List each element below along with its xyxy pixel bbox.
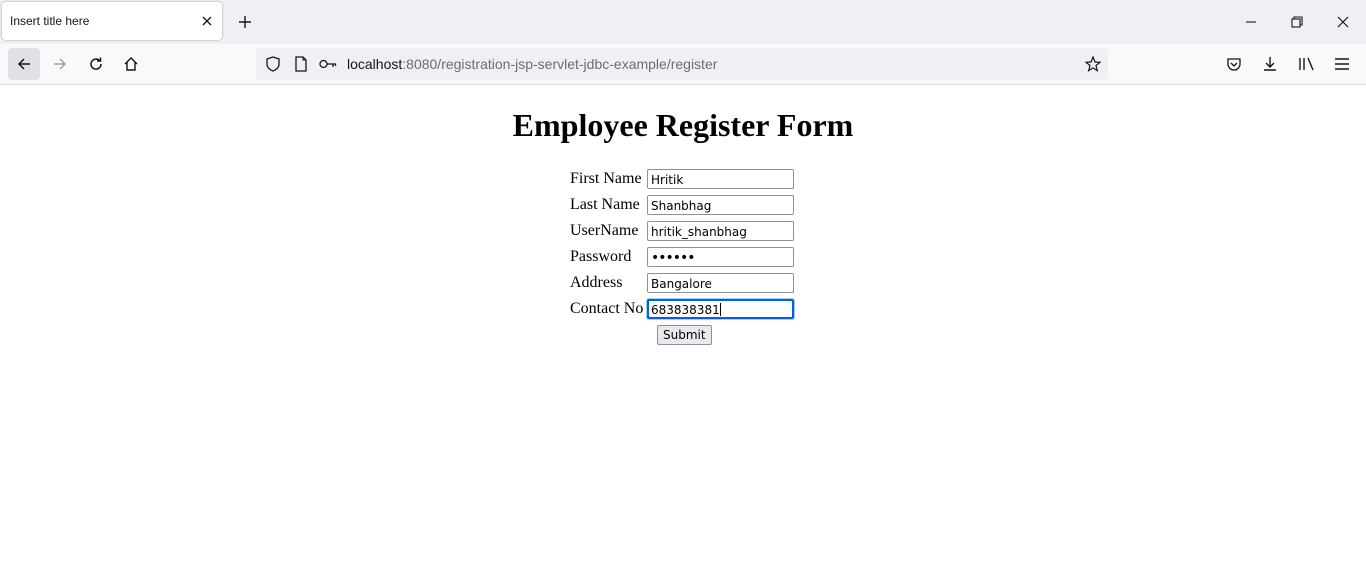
address-label: Address [570,274,623,291]
address-input[interactable]: Bangalore [647,273,794,293]
key-icon[interactable] [318,56,338,72]
contact-no-input[interactable]: 683838381 [647,299,794,319]
tab-strip: Insert title here [0,0,1366,44]
username-input[interactable]: hritik_shanbhag [647,221,794,241]
first-name-row: First Name Hritik [570,169,810,191]
browser-tab[interactable]: Insert title here [2,2,222,40]
contact-no-label: Contact No [570,300,644,317]
hamburger-menu-icon[interactable] [1332,54,1352,74]
library-icon[interactable] [1297,54,1317,74]
url-host: localhost [347,56,403,72]
close-window-icon[interactable] [1328,8,1358,36]
page-icon[interactable] [292,56,310,72]
submit-button[interactable]: Submit [657,325,712,345]
download-icon[interactable] [1260,54,1280,74]
address-row: Address Bangalore [570,273,810,295]
pocket-icon[interactable] [1224,54,1244,74]
password-label: Password [570,248,632,265]
url-bar[interactable]: localhost:8080/registration-jsp-servlet-… [256,48,1108,80]
password-input[interactable]: •••••• [647,247,794,267]
restore-icon[interactable] [1282,8,1312,36]
new-tab-plus-icon[interactable] [233,10,257,34]
page-title: Employee Register Form [512,107,854,143]
first-name-label: First Name [570,170,642,187]
contact-no-row: Contact No 683838381 [570,299,810,321]
shield-icon[interactable] [264,56,282,72]
username-label: UserName [570,222,639,239]
url-text[interactable]: localhost:8080/registration-jsp-servlet-… [347,56,717,72]
last-name-label: Last Name [570,196,640,213]
url-path: :8080/registration-jsp-servlet-jdbc-exam… [402,56,718,72]
navigation-bar: localhost:8080/registration-jsp-servlet-… [0,44,1366,85]
forward-arrow-icon[interactable] [44,48,76,80]
username-row: UserName hritik_shanbhag [570,221,810,243]
back-arrow-icon[interactable] [8,48,40,80]
reload-icon[interactable] [80,48,112,80]
last-name-row: Last Name Shanbhag [570,195,810,217]
text-caret [719,303,721,316]
home-icon[interactable] [115,48,147,80]
first-name-input[interactable]: Hritik [647,169,794,189]
tab-title: Insert title here [10,14,90,28]
last-name-input[interactable]: Shanbhag [647,195,794,215]
minimize-icon[interactable] [1236,8,1266,36]
password-row: Password •••••• [570,247,810,269]
tab-close-icon[interactable] [198,12,216,30]
bookmark-star-icon[interactable] [1084,55,1102,73]
contact-no-value: 683838381 [651,303,720,317]
